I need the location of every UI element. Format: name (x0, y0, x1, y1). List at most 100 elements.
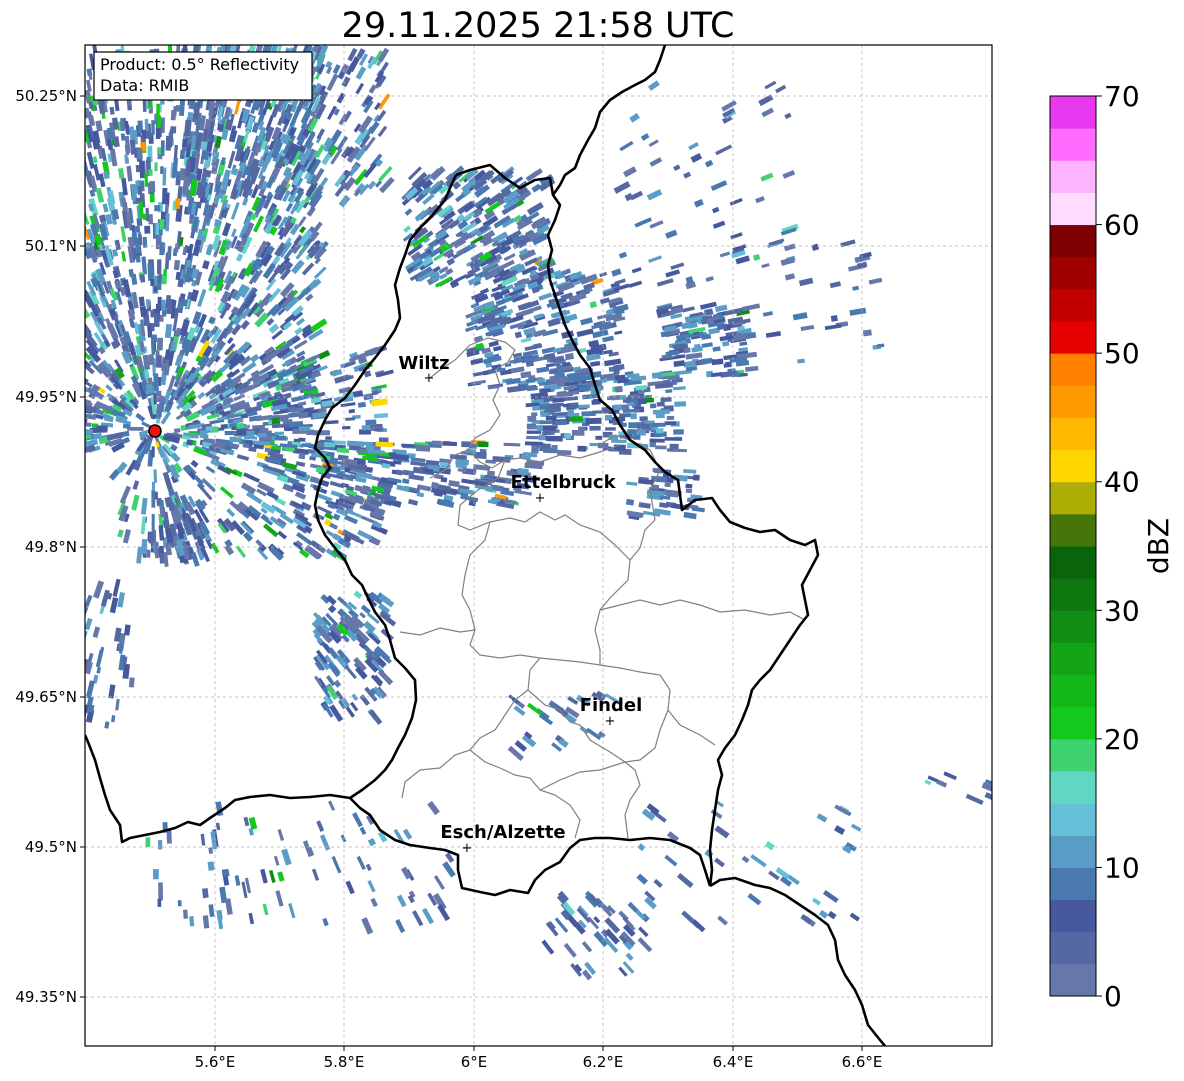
radar-echo (151, 513, 155, 532)
radar-echo (685, 488, 693, 494)
colorbar-segment (1050, 706, 1096, 740)
radar-echo (158, 882, 164, 901)
colorbar-segment (1050, 642, 1096, 676)
colorbar-segment (1050, 771, 1096, 804)
radar-echo (96, 425, 108, 431)
radar-echo (605, 427, 616, 431)
radar-echo (161, 299, 166, 311)
city-marker-icon: + (424, 371, 435, 386)
radar-echo (217, 123, 224, 131)
radar-echo (619, 413, 631, 418)
radar-echo (538, 434, 546, 441)
radar-echo (156, 337, 164, 351)
radar-echo (324, 441, 336, 448)
radar-echo (298, 452, 306, 460)
radar-echo (556, 449, 572, 456)
colorbar-label: dBZ (1142, 518, 1175, 574)
radar-echo (572, 390, 580, 395)
radar-echo (564, 433, 571, 439)
radar-echo (614, 385, 623, 393)
colorbar-segment (1050, 417, 1096, 451)
radar-echo (151, 120, 155, 135)
radar-echo (157, 898, 162, 907)
radar-echo (135, 255, 141, 263)
colorbar-segment (1050, 578, 1096, 611)
radar-echo (144, 225, 151, 234)
radar-echo (120, 133, 126, 141)
radar-echo (150, 278, 155, 286)
city-marker-icon: + (605, 714, 616, 729)
lon-tick-label: 6.2°E (583, 1053, 624, 1071)
radar-echo (830, 315, 838, 322)
colorbar-segment (1050, 128, 1096, 161)
radar-echo (173, 428, 181, 433)
radar-echo (342, 425, 351, 430)
radar-echo (236, 422, 244, 429)
radar-echo (175, 104, 180, 112)
radar-echo (655, 413, 665, 419)
radar-echo (665, 389, 673, 394)
radar-echo (595, 435, 603, 440)
radar-echo (378, 437, 389, 443)
radar-echo (431, 440, 442, 446)
radar-echo (183, 909, 188, 919)
radar-echo (664, 482, 671, 488)
radar-echo (348, 409, 356, 414)
radar-echo (503, 442, 521, 447)
colorbar-segment (1050, 610, 1096, 643)
radar-echo (159, 219, 165, 230)
colorbar-tick-label: 50 (1104, 337, 1140, 370)
lat-tick-label: 49.35°N (15, 988, 77, 1006)
map-title: 29.11.2025 21:58 UTC (342, 6, 735, 46)
radar-echo (527, 415, 537, 422)
radar-echo (674, 401, 687, 407)
radar-echo (187, 111, 194, 121)
colorbar-segment (1050, 385, 1096, 418)
radar-echo (313, 412, 321, 419)
radar-echo (165, 135, 172, 151)
radar-echo (649, 403, 657, 409)
colorbar-tick-label: 0 (1104, 980, 1122, 1013)
radar-site-marker (148, 424, 162, 438)
radar-echo (152, 869, 159, 880)
radar-echo (538, 403, 549, 410)
radar-echo (199, 432, 208, 438)
colorbar-segment (1050, 481, 1096, 515)
radar-echo (127, 426, 144, 431)
radar-echo (154, 541, 160, 559)
radar-echo (655, 428, 664, 434)
radar-echo (257, 432, 267, 438)
radar-echo (156, 259, 162, 275)
radar-echo (673, 448, 687, 453)
lat-tick-label: 50.1°N (25, 237, 77, 255)
colorbar-segment (1050, 224, 1096, 258)
radar-echo (160, 140, 165, 157)
radar-echo (85, 407, 87, 416)
radar-echo (577, 445, 587, 452)
lon-tick-label: 5.8°E (324, 1053, 365, 1071)
radar-echo (645, 397, 655, 403)
radar-echo (374, 428, 383, 432)
radar-echo (220, 423, 228, 429)
radar-echo (160, 211, 166, 220)
radar-echo (313, 430, 330, 436)
radar-echo (655, 445, 667, 450)
radar-echo (275, 435, 287, 441)
radar-echo (157, 840, 163, 850)
colorbar-segment (1050, 192, 1096, 226)
radar-echo (298, 437, 306, 442)
radar-echo (477, 441, 489, 448)
radar-echo (128, 677, 135, 688)
city-label: Ettelbruck (510, 472, 616, 493)
radar-echo (673, 429, 684, 435)
radar-echo (157, 147, 162, 155)
radar-echo (151, 323, 155, 332)
radar-echo (236, 429, 247, 436)
colorbar-segment (1050, 321, 1096, 354)
lon-tick-label: 6.6°E (842, 1053, 883, 1071)
radar-echo (174, 198, 181, 209)
colorbar: 0 10 20 30 40 50 60 70 dBZ (1049, 80, 1175, 1013)
radar-echo (652, 409, 670, 415)
lon-tick-label: 5.6°E (195, 1053, 236, 1071)
radar-echo (541, 443, 551, 449)
